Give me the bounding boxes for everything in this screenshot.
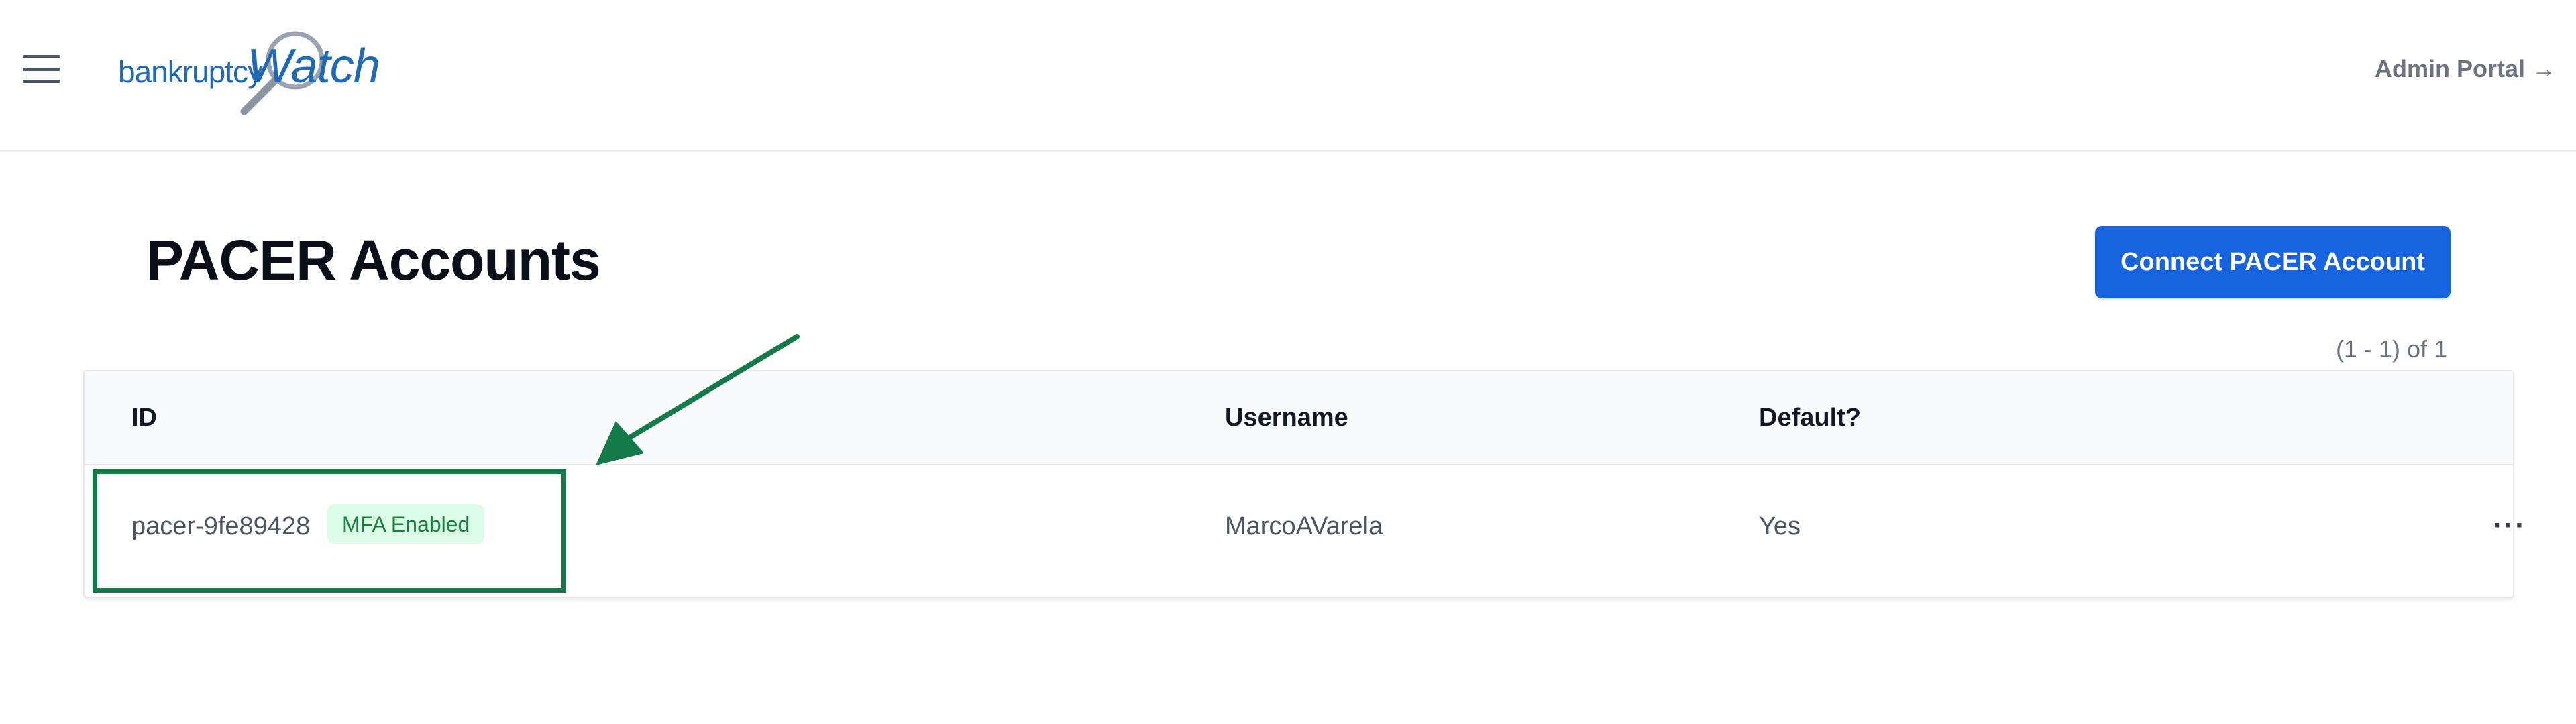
account-default: Yes: [1759, 512, 1801, 540]
page-title: PACER Accounts: [146, 229, 601, 292]
annotation-arrow-icon: [596, 334, 800, 465]
hamburger-menu-icon[interactable]: [23, 55, 60, 83]
table-header: ID Username Default?: [85, 371, 2513, 465]
row-actions-menu-icon[interactable]: ···: [2493, 511, 2526, 540]
pagination-summary: (1 - 1) of 1: [2335, 335, 2447, 363]
top-header: bankruptcy Watch Admin Portal →: [0, 0, 2576, 152]
account-username: MarcoAVarela: [1225, 512, 1383, 540]
bankruptcy-watch-logo[interactable]: bankruptcy Watch: [115, 27, 380, 121]
column-header-username: Username: [1225, 404, 1348, 432]
column-header-id: ID: [131, 404, 157, 432]
logo-text-part2: Watch: [247, 40, 380, 93]
column-header-default: Default?: [1759, 404, 1861, 432]
connect-pacer-account-button[interactable]: Connect PACER Account: [2095, 226, 2451, 298]
admin-portal-link[interactable]: Admin Portal →: [2375, 55, 2556, 83]
page: bankruptcy Watch Admin Portal → PACER Ac…: [0, 0, 2576, 724]
annotation-highlight-box: [93, 469, 566, 593]
